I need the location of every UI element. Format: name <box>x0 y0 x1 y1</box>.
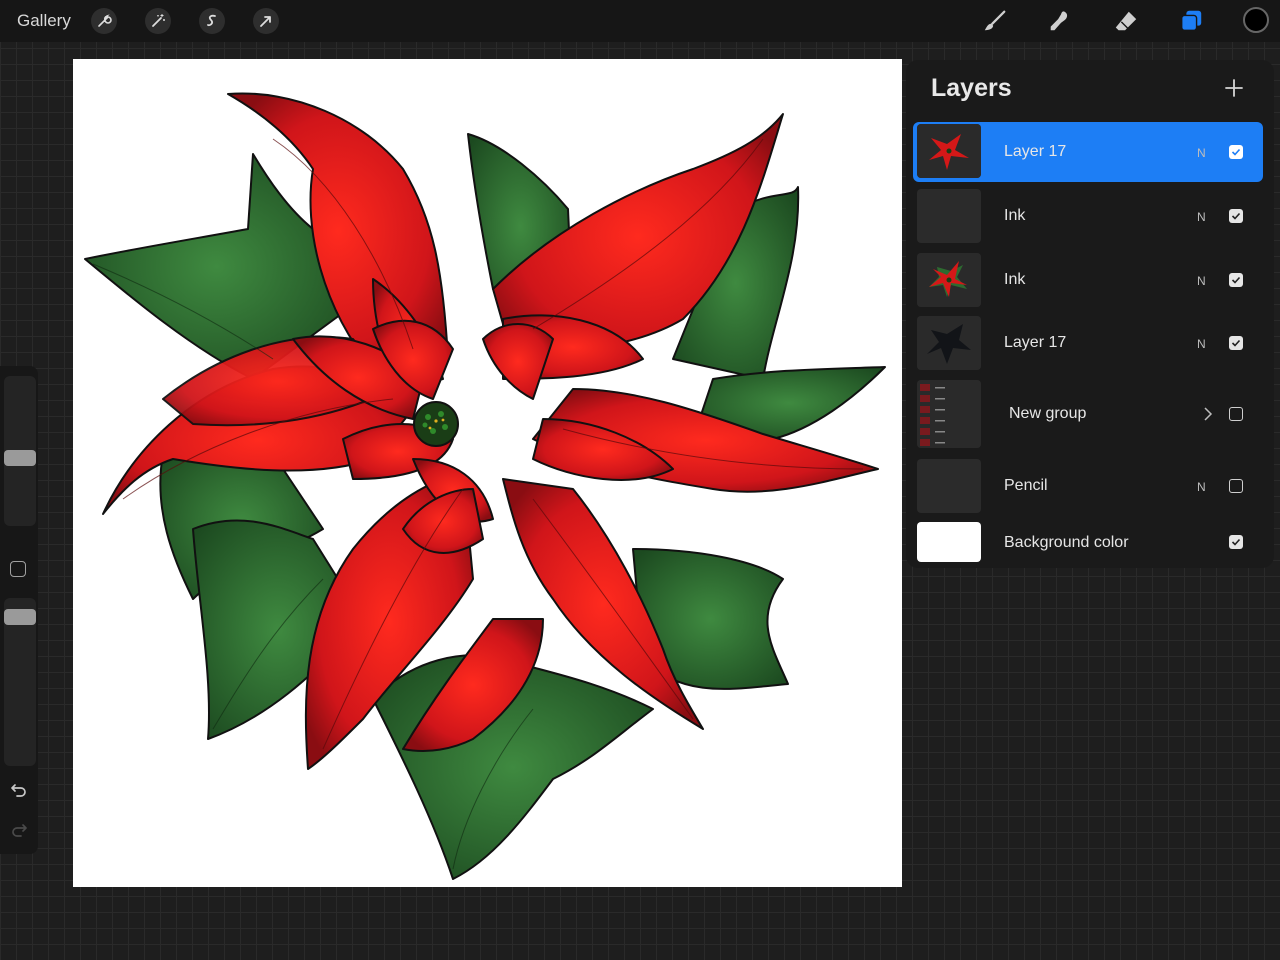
add-layer-icon[interactable] <box>1224 78 1244 98</box>
blend-mode-button[interactable]: N <box>1197 480 1206 494</box>
layer-row[interactable]: Ink N <box>913 187 1263 245</box>
left-sidebar <box>0 366 38 854</box>
brush-size-thumb[interactable] <box>4 449 36 466</box>
petal <box>482 323 554 400</box>
blend-mode-button[interactable]: N <box>1197 146 1206 160</box>
layer-thumbnail <box>917 316 981 370</box>
visibility-checkbox[interactable] <box>1229 336 1243 350</box>
layer-name: Layer 17 <box>1004 334 1067 351</box>
redo-icon[interactable] <box>9 820 29 840</box>
layer-thumbnail <box>917 459 981 513</box>
wrench-icon[interactable] <box>91 8 117 34</box>
blend-mode-button[interactable]: N <box>1197 274 1206 288</box>
background-color-row[interactable]: Background color <box>913 521 1263 563</box>
magic-wand-icon[interactable] <box>145 8 171 34</box>
blend-mode-button[interactable]: N <box>1197 210 1206 224</box>
color-picker-swatch[interactable] <box>1243 7 1269 33</box>
transform-arrow-icon[interactable] <box>253 8 279 34</box>
layer-group-row[interactable]: New group <box>913 378 1263 450</box>
layer-name: Background color <box>1004 534 1129 551</box>
top-toolbar: Gallery <box>0 0 1280 42</box>
layer-row[interactable]: Ink N <box>913 251 1263 309</box>
layers-panel: Layers Layer 17 N Ink N Ink N Layer 17 N <box>906 60 1274 568</box>
layers-icon[interactable] <box>1177 7 1205 35</box>
brush-icon[interactable] <box>981 7 1009 35</box>
visibility-checkbox[interactable] <box>1229 407 1243 421</box>
layer-name: New group <box>1009 405 1087 422</box>
visibility-checkbox[interactable] <box>1229 145 1243 159</box>
layer-thumbnail <box>917 253 981 307</box>
layers-title: Layers <box>931 74 1012 102</box>
layer-name: Ink <box>1004 207 1026 224</box>
visibility-checkbox[interactable] <box>1229 273 1243 287</box>
eraser-icon[interactable] <box>1112 7 1140 35</box>
smudge-icon[interactable] <box>1046 7 1074 35</box>
layer-name: Pencil <box>1004 477 1048 494</box>
flower-center <box>413 401 459 447</box>
visibility-checkbox[interactable] <box>1229 209 1243 223</box>
visibility-checkbox[interactable] <box>1229 479 1243 493</box>
blend-mode-button[interactable]: N <box>1197 337 1206 351</box>
chevron-right-icon[interactable] <box>1203 406 1213 422</box>
opacity-thumb[interactable] <box>4 608 36 625</box>
selection-icon[interactable] <box>199 8 225 34</box>
layer-row[interactable]: Layer 17 N <box>913 314 1263 372</box>
undo-icon[interactable] <box>9 780 29 800</box>
drawing-canvas[interactable] <box>73 59 902 887</box>
visibility-checkbox[interactable] <box>1229 535 1243 549</box>
group-thumbnail <box>917 380 981 448</box>
gallery-button[interactable]: Gallery <box>17 11 71 31</box>
modify-button[interactable] <box>10 561 26 577</box>
layer-thumbnail <box>917 124 981 178</box>
layer-row[interactable]: Pencil N <box>913 457 1263 515</box>
layer-name: Ink <box>1004 271 1026 288</box>
poinsettia-illustration <box>84 92 886 880</box>
background-color-swatch[interactable] <box>917 522 981 562</box>
layer-thumbnail <box>917 189 981 243</box>
layer-name: Layer 17 <box>1004 143 1067 160</box>
layer-row[interactable]: Layer 17 N <box>913 122 1263 182</box>
